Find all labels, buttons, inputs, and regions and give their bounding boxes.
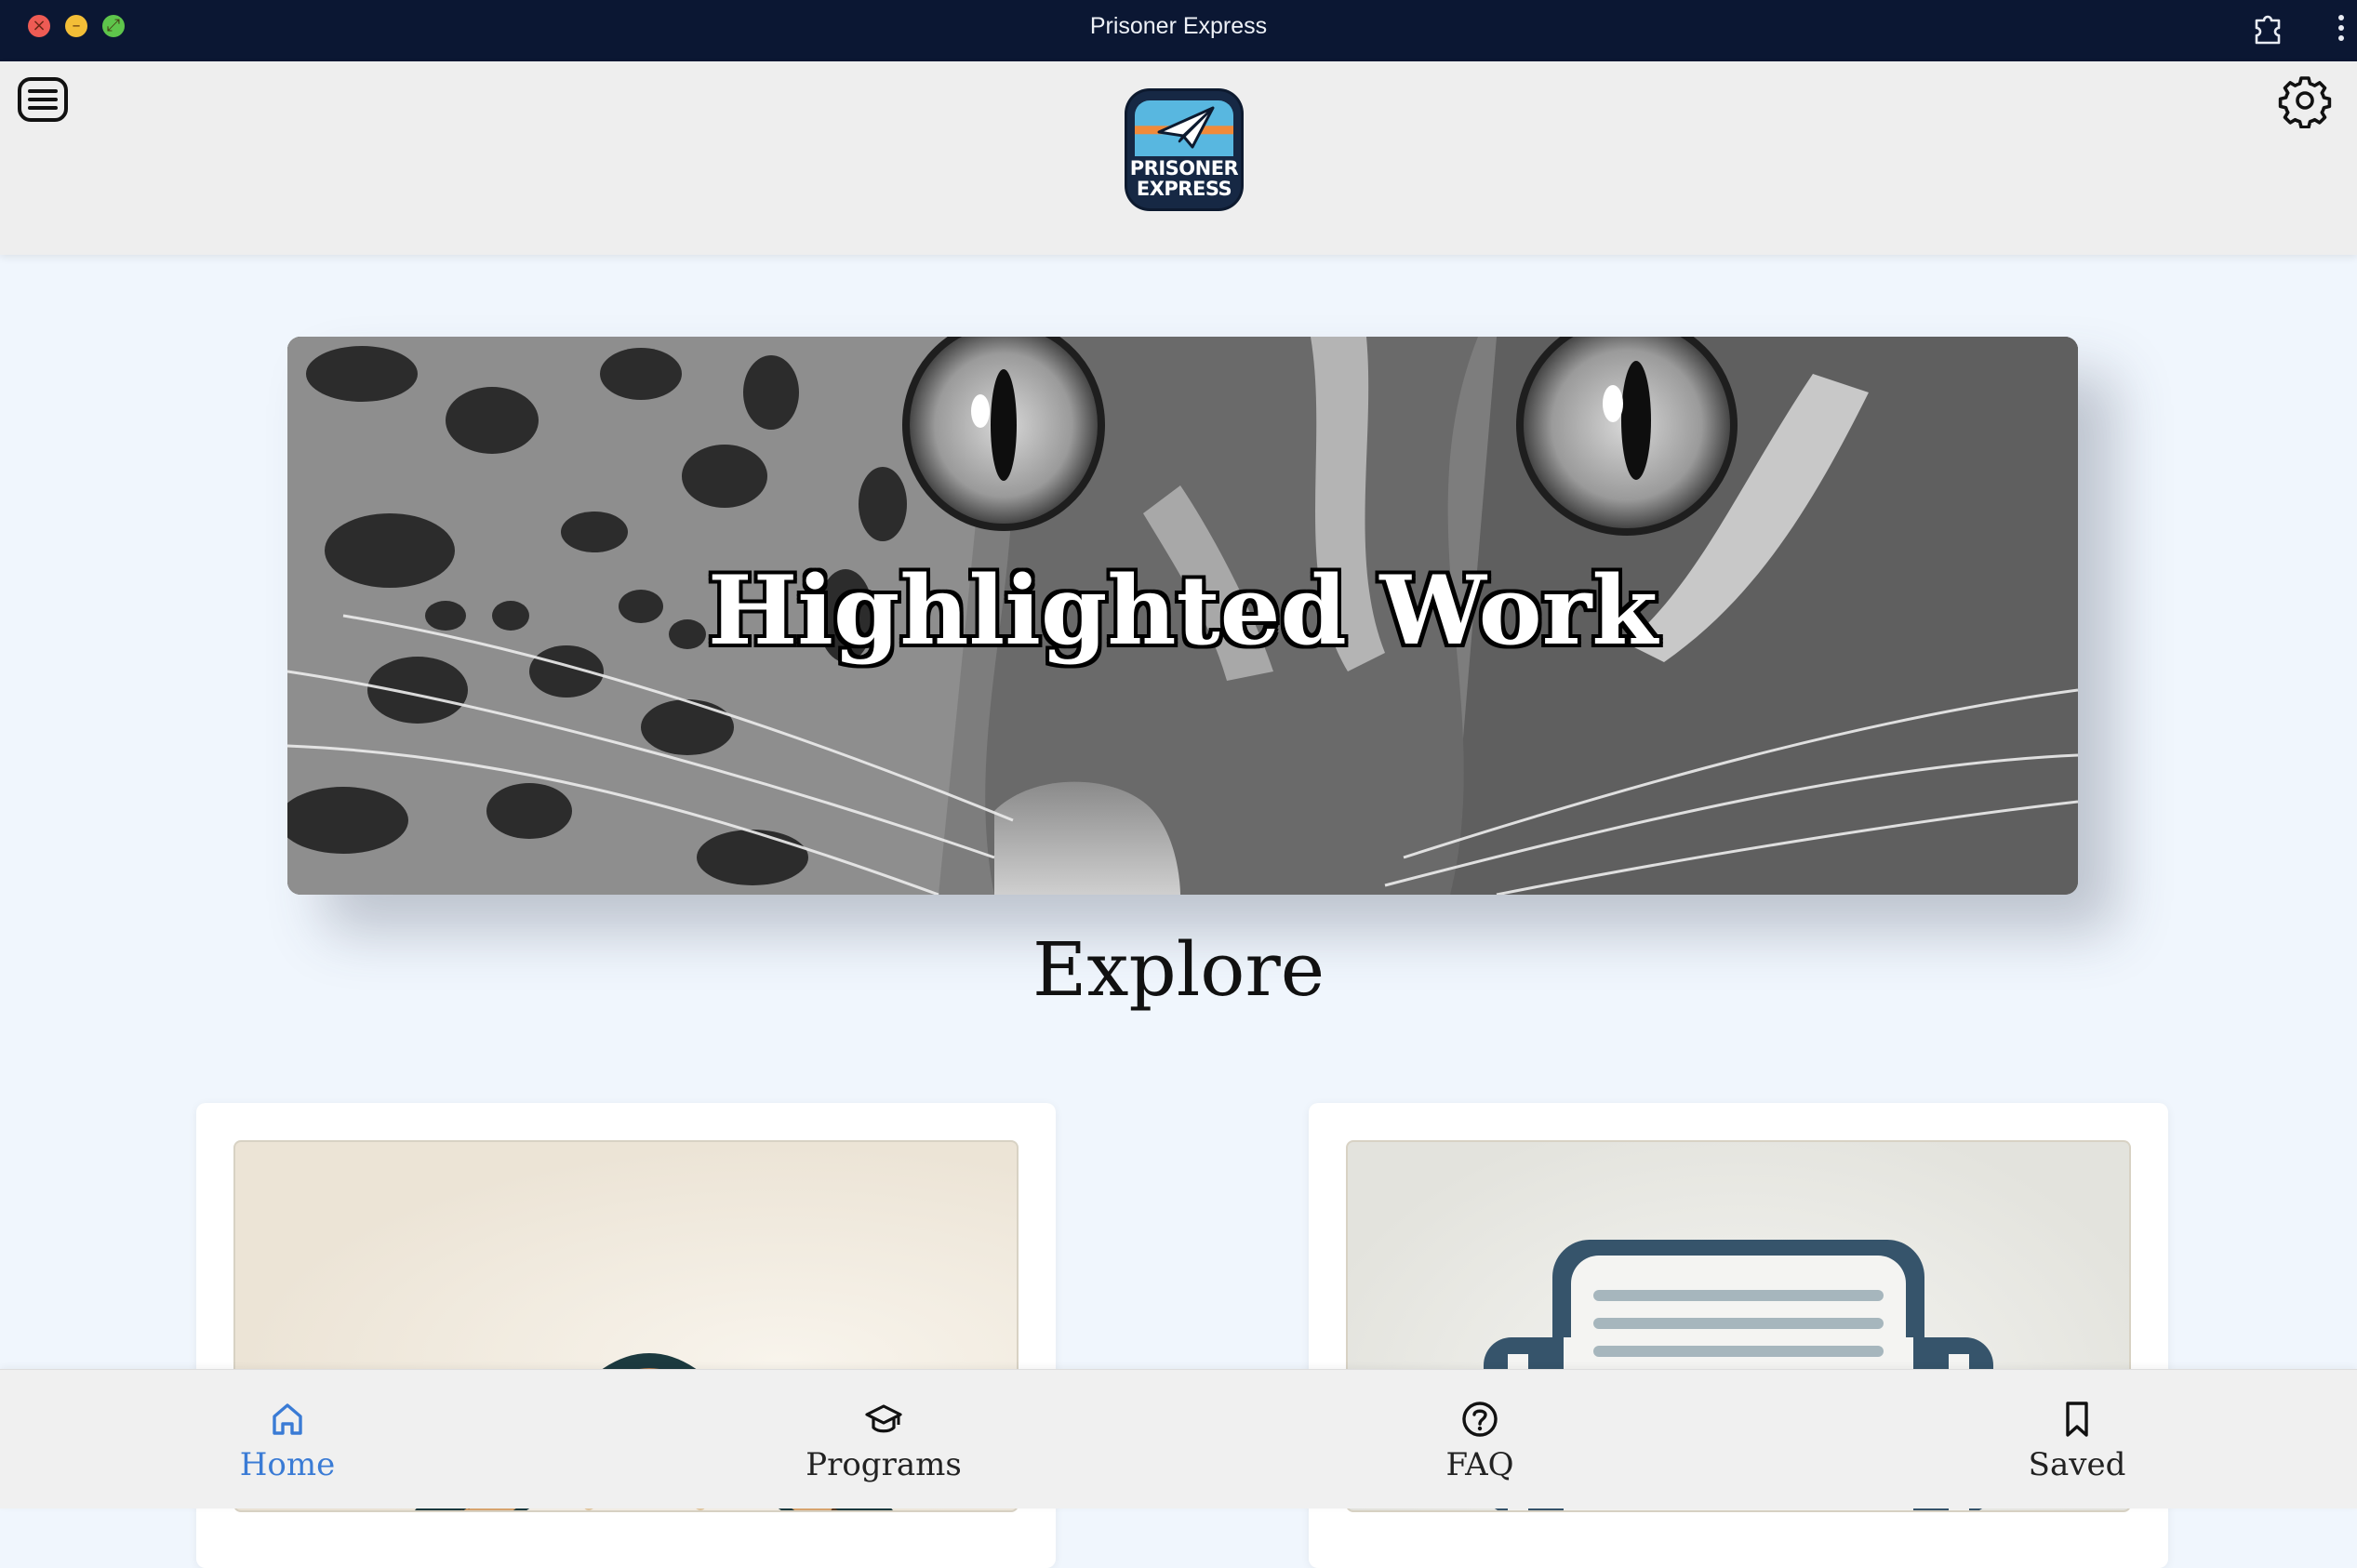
logo-text-line2: EXPRESS <box>1136 178 1232 200</box>
hamburger-menu-icon[interactable] <box>17 76 69 125</box>
nav-label-home: Home <box>239 1446 336 1483</box>
gear-icon[interactable] <box>2277 73 2333 128</box>
question-circle-icon <box>1462 1402 1498 1437</box>
window-titlebar: × – ⤢ Prisoner Express <box>0 0 2357 61</box>
paper-plane-icon <box>1157 106 1215 149</box>
nav-label-programs: Programs <box>806 1446 962 1483</box>
highlighted-work-banner[interactable]: Highlighted Work <box>287 337 2078 895</box>
bookmark-icon <box>2066 1402 2088 1437</box>
nav-label-saved: Saved <box>2028 1446 2126 1483</box>
nav-item-programs[interactable]: Programs <box>744 1370 1023 1509</box>
app-header: PRISONER EXPRESS <box>0 61 2357 255</box>
graduation-cap-icon <box>865 1404 902 1433</box>
more-options-icon[interactable] <box>2335 11 2348 45</box>
window-title: Prisoner Express <box>1089 13 1268 39</box>
bottom-navigation: Home Programs FAQ Saved <box>0 1369 2357 1508</box>
nav-item-faq[interactable]: FAQ <box>1340 1370 1619 1509</box>
nav-label-faq: FAQ <box>1445 1446 1514 1483</box>
prisoner-express-logo[interactable]: PRISONER EXPRESS <box>1127 91 1241 208</box>
logo-text-line1: PRISONER <box>1129 157 1239 179</box>
nav-item-saved[interactable]: Saved <box>1938 1370 2217 1509</box>
explore-heading: Explore <box>1032 926 1325 1013</box>
hero-title: Highlighted Work <box>707 555 1658 667</box>
nav-item-home[interactable]: Home <box>148 1370 427 1509</box>
extension-icon[interactable] <box>2251 11 2284 45</box>
home-icon <box>273 1403 302 1435</box>
